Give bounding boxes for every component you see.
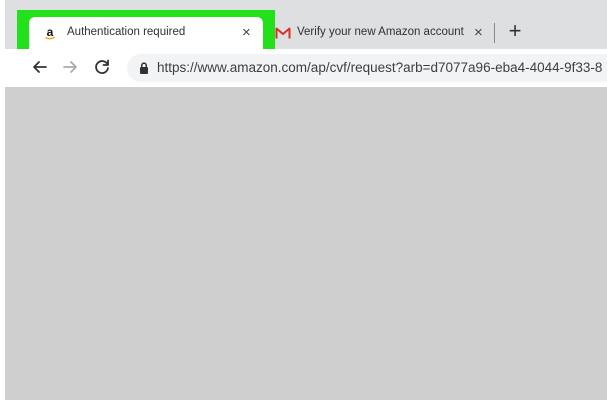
tab-verify-amazon-account[interactable]: Verify your new Amazon account × bbox=[269, 17, 495, 49]
tab-strip: a Authentication required × Verify your … bbox=[5, 0, 607, 59]
url-text[interactable]: https://www.amazon.com/ap/cvf/request?ar… bbox=[157, 60, 602, 75]
gmail-icon bbox=[275, 26, 291, 40]
toolbar: https://www.amazon.com/ap/cvf/request?ar… bbox=[5, 49, 607, 88]
forward-arrow-icon[interactable] bbox=[59, 56, 81, 78]
tab-title: Authentication required bbox=[67, 26, 186, 38]
new-tab-button[interactable]: + bbox=[503, 19, 527, 43]
tab-authentication-required[interactable]: a Authentication required × bbox=[29, 17, 263, 49]
amazon-icon: a bbox=[43, 25, 57, 40]
lock-icon bbox=[137, 61, 151, 75]
address-bar[interactable]: https://www.amazon.com/ap/cvf/request?ar… bbox=[127, 54, 607, 82]
reload-icon[interactable] bbox=[91, 56, 113, 78]
tab-separator bbox=[494, 23, 495, 43]
browser-window: a Authentication required × Verify your … bbox=[5, 0, 607, 400]
back-arrow-icon[interactable] bbox=[29, 56, 51, 78]
close-tab-icon[interactable]: × bbox=[242, 25, 251, 41]
tab-title: Verify your new Amazon account bbox=[297, 26, 464, 38]
close-tab-icon[interactable]: × bbox=[474, 25, 483, 41]
svg-text:a: a bbox=[47, 26, 54, 39]
page-content-area bbox=[5, 88, 607, 400]
